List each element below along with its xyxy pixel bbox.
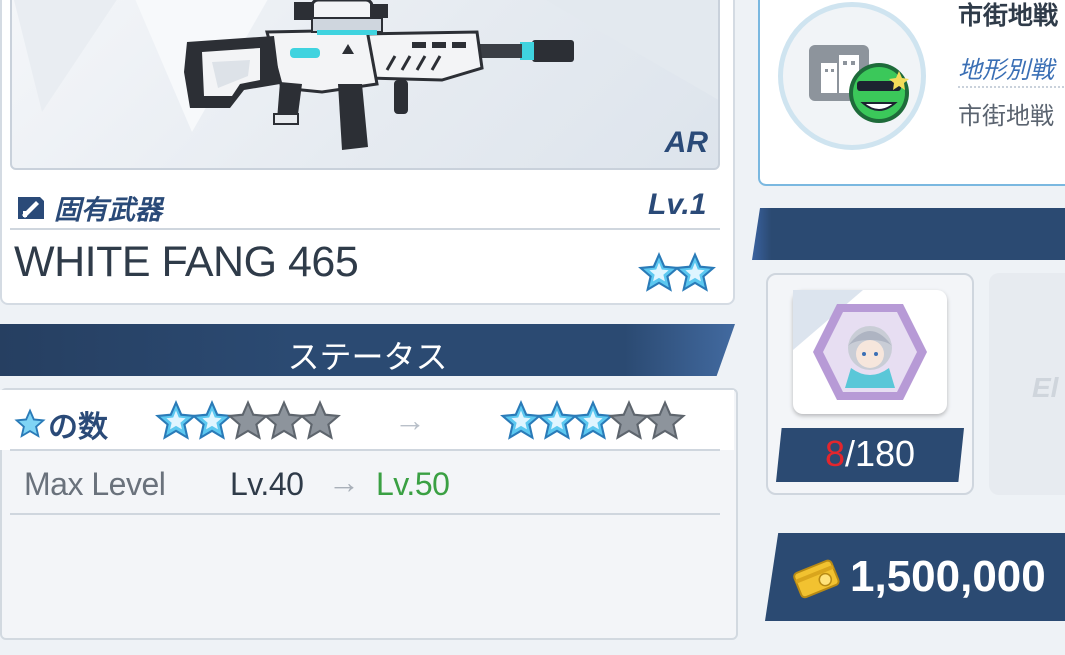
row-divider [10, 449, 720, 451]
arrow-right-icon: → [394, 402, 426, 438]
weapon-rarity-stars [638, 252, 716, 294]
divider [10, 228, 720, 230]
star-count-label: の数 [14, 402, 108, 446]
terrain-description: 市街地戦 [958, 103, 1054, 130]
row-divider [10, 513, 720, 515]
material-required: /180 [844, 433, 916, 474]
max-level-from: Lv.40 [230, 466, 304, 502]
status-header-title: ステータス [287, 339, 448, 375]
star-count-from [155, 400, 341, 442]
material-slot-2-label: El [1032, 372, 1059, 403]
credit-card-icon [790, 556, 842, 605]
arrow-right-icon: → [328, 464, 360, 500]
star-empty-icon [644, 400, 686, 440]
weapon-image-panel: AR [10, 0, 720, 170]
weapon-subtitle: 固有武器 [14, 188, 162, 227]
weapon-subtitle-text: 固有武器 [54, 195, 162, 225]
credit-icon [793, 559, 840, 599]
material-count: 8/180 [776, 433, 964, 475]
max-level-to: Lv.50 [376, 466, 450, 502]
urban-terrain-icon [809, 45, 909, 123]
weapon-name: WHITE FANG 465 [14, 238, 359, 286]
credit-cost-value: 1,500,000 [850, 552, 1046, 601]
star-icon [14, 408, 46, 438]
max-level-label: Max Level [24, 466, 166, 502]
materials-header-bar [752, 208, 1065, 260]
star-count-text: の数 [48, 411, 108, 444]
character-portrait-icon [793, 290, 927, 400]
terrain-subtitle: 地形別戦 [958, 57, 1054, 84]
star-empty-icon [299, 400, 341, 440]
weapon-level: Lv.1 [648, 188, 707, 221]
terrain-icon-frame [778, 2, 926, 150]
star-count-to [500, 400, 686, 442]
character-shard-thumbnail [793, 290, 947, 414]
material-owned: 8 [824, 433, 845, 474]
star-filled-icon [674, 252, 716, 292]
dotted-divider [958, 86, 1065, 88]
terrain-title: 市街地戦 [958, 2, 1059, 30]
weapon-type-label: AR [664, 126, 708, 159]
rifle-image [14, 0, 718, 150]
rifle-badge-icon [18, 196, 44, 219]
